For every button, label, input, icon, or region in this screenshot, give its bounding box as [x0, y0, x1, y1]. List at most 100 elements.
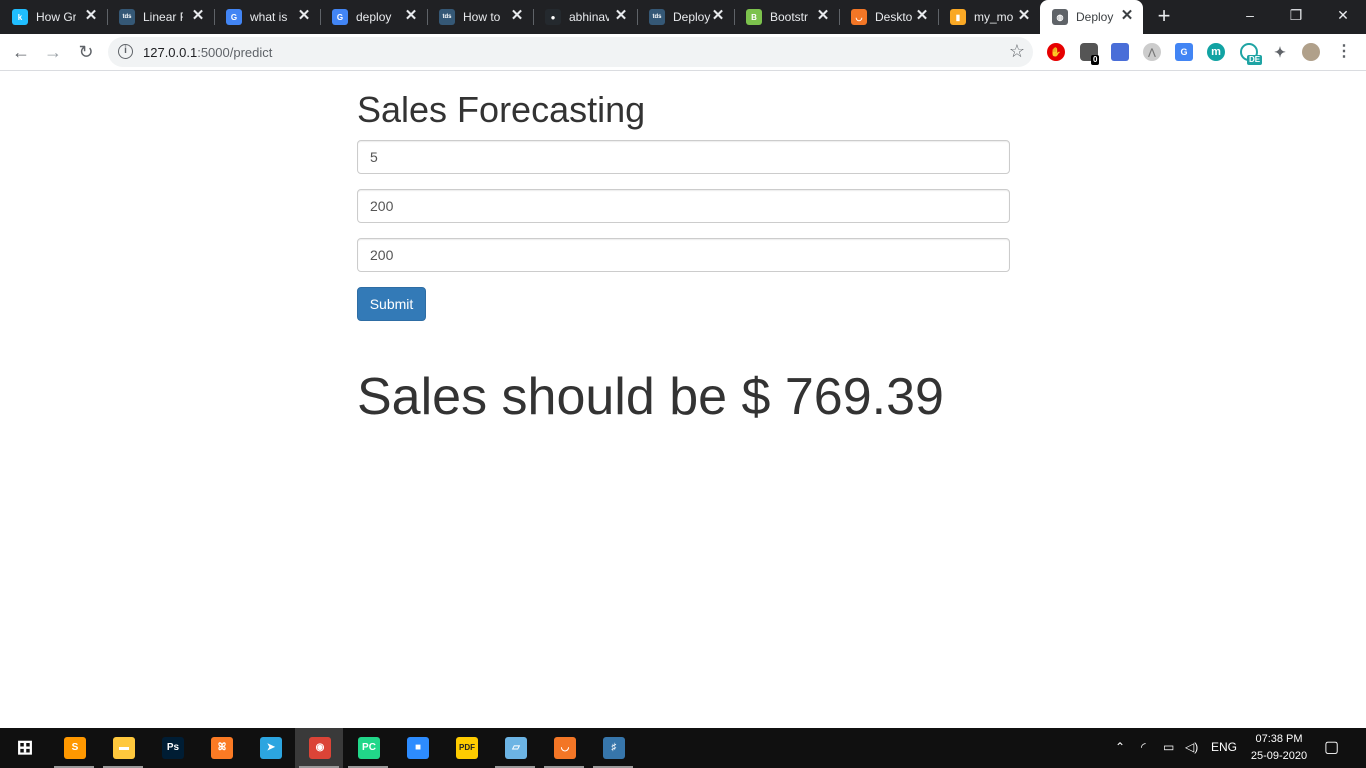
taskbar-app-zoom[interactable]: ■ — [393, 728, 441, 768]
tab-close-icon[interactable]: ✕ — [190, 8, 206, 24]
bookmark-star-icon[interactable]: ☆ — [1009, 41, 1025, 62]
notification-center-icon[interactable]: ▢ — [1324, 737, 1339, 757]
address-bar[interactable]: i 127.0.0.1:5000/predict ☆ — [108, 37, 1033, 67]
tray-chevron-icon[interactable]: ⌃ — [1115, 740, 1125, 754]
browser-tab[interactable]: tds Deploy ✕ — [637, 0, 735, 34]
tab-title: deploy — [356, 10, 392, 24]
tab-close-icon[interactable]: ✕ — [710, 8, 726, 24]
taskbar-app-chrome[interactable]: ◉ — [295, 728, 343, 768]
taskbar-app-xampp[interactable]: ꕤ — [197, 728, 245, 768]
browser-menu-icon[interactable]: ⋮ — [1335, 43, 1353, 61]
tab-title: Deploy — [673, 10, 711, 24]
maximize-button[interactable]: ❐ — [1273, 0, 1319, 30]
browser-tab[interactable]: tds Linear R ✕ — [107, 0, 215, 34]
tds-icon: tds — [649, 9, 665, 25]
tab-close-icon[interactable]: ✕ — [815, 8, 831, 24]
jupyter-icon: ◡ — [554, 737, 576, 759]
tab-close-icon[interactable]: ✕ — [509, 8, 525, 24]
xampp-icon: ꕤ — [211, 737, 233, 759]
page-title: Sales Forecasting — [357, 89, 646, 130]
taskbar-app-file-explorer[interactable]: ▬ — [99, 728, 147, 768]
site-info-icon[interactable]: i — [118, 44, 133, 59]
browser-tab[interactable]: ● abhinav ✕ — [533, 0, 638, 34]
tab-title: How Gr — [36, 10, 76, 24]
minimize-button[interactable]: – — [1227, 0, 1273, 30]
tab-title: my_mo — [974, 10, 1014, 24]
clock[interactable]: 07:38 PM 25-09-2020 — [1244, 731, 1314, 765]
photoshop-icon: Ps — [162, 737, 184, 759]
forward-button[interactable]: → — [41, 40, 65, 64]
tds-icon: tds — [119, 9, 135, 25]
taskbar-app-jupyter[interactable]: ◡ — [540, 728, 588, 768]
taskbar-app-pycharm[interactable]: PC — [344, 728, 392, 768]
profile-avatar[interactable] — [1302, 43, 1320, 61]
taskbar-app-notepad[interactable]: ▱ — [491, 728, 539, 768]
language-indicator[interactable]: ENG — [1211, 740, 1237, 754]
taskbar-app-python-idle[interactable]: ♯ — [589, 728, 637, 768]
tab-close-icon[interactable]: ✕ — [613, 8, 629, 24]
back-button[interactable]: ← — [9, 40, 33, 64]
new-tab-button[interactable]: + — [1153, 5, 1175, 28]
taskbar-app-pdf-reader[interactable]: PDF — [442, 728, 490, 768]
adblock-extension-icon[interactable]: ✋ — [1047, 43, 1065, 61]
github-icon: ● — [545, 9, 561, 25]
browser-toolbar: ← → ↻ i 127.0.0.1:5000/predict ☆ ✋ 0 ⋀ G… — [0, 34, 1366, 71]
extensions-puzzle-icon[interactable]: ✦ — [1271, 43, 1289, 61]
taskbar-app-sublime-text[interactable]: S — [50, 728, 98, 768]
browser-tab[interactable]: k How Gr ✕ — [0, 0, 108, 34]
reload-button[interactable]: ↻ — [74, 40, 98, 64]
battery-icon[interactable]: ▭ — [1163, 740, 1174, 754]
window-close-button[interactable]: ✕ — [1320, 0, 1366, 30]
notebook-icon: ▮ — [950, 9, 966, 25]
kaggle-icon: k — [12, 9, 28, 25]
extension-4-icon[interactable]: ⋀ — [1143, 43, 1161, 61]
browser-tab[interactable]: ▮ my_mo ✕ — [938, 0, 1040, 34]
windows-logo-icon: ⊞ — [16, 737, 34, 759]
browser-tab[interactable]: tds How to ✕ — [427, 0, 534, 34]
tab-close-icon[interactable]: ✕ — [83, 8, 99, 24]
tab-title: what is — [250, 10, 288, 24]
notepad-icon: ▱ — [505, 737, 527, 759]
google-icon: G — [226, 9, 242, 25]
clock-time: 07:38 PM — [1255, 733, 1303, 745]
browser-tab[interactable]: Gdeploy ✕ — [320, 0, 428, 34]
browser-tab[interactable]: ◍ Deploy ✕ — [1040, 0, 1143, 34]
pdf-reader-icon: PDF — [456, 737, 478, 759]
taskbar-app-telegram[interactable]: ➤ — [246, 728, 294, 768]
tab-close-icon[interactable]: ✕ — [914, 8, 930, 24]
zoom-icon: ■ — [407, 737, 429, 759]
tab-title: Linear R — [143, 10, 183, 24]
input-field-1[interactable] — [357, 140, 1010, 174]
page-body: Sales Forecasting Submit Sales should be… — [0, 71, 1366, 728]
input-field-2[interactable] — [357, 189, 1010, 223]
browser-tab[interactable]: B Bootstr ✕ — [734, 0, 840, 34]
extension-3-icon[interactable] — [1111, 43, 1129, 61]
google-icon: G — [332, 9, 348, 25]
submit-button[interactable]: Submit — [357, 287, 426, 321]
start-button[interactable]: ⊞ — [0, 728, 48, 768]
browser-tab[interactable]: Gwhat is ✕ — [214, 0, 321, 34]
url-text[interactable]: 127.0.0.1:5000/predict — [143, 45, 272, 60]
tab-close-icon[interactable]: ✕ — [403, 8, 419, 24]
tab-close-icon[interactable]: ✕ — [296, 8, 312, 24]
volume-icon[interactable]: ◁) — [1185, 740, 1198, 754]
wifi-icon[interactable]: ◜ — [1141, 740, 1146, 754]
python-idle-icon: ♯ — [603, 737, 625, 759]
jupyter-icon: ◡ — [851, 9, 867, 25]
de-badge: DE — [1247, 55, 1263, 65]
url-path: :5000/predict — [197, 45, 273, 60]
tab-title: Deploy — [1076, 10, 1114, 24]
taskbar-app-photoshop[interactable]: Ps — [148, 728, 196, 768]
google-translate-icon[interactable]: G — [1175, 43, 1193, 61]
browser-tab[interactable]: ◡ Deskto ✕ — [839, 0, 939, 34]
prediction-result: Sales should be $ 769.39 — [357, 368, 944, 426]
browser-tab-strip: kHow Gr✕tdsLinear R✕Gwhat is✕Gdeploy✕tds… — [0, 0, 1366, 34]
mendeley-icon[interactable]: m — [1207, 43, 1225, 61]
tab-title: Bootstr — [770, 10, 809, 24]
tab-close-icon[interactable]: ✕ — [1016, 8, 1032, 24]
tds-icon: tds — [439, 9, 455, 25]
globe-icon: ◍ — [1052, 9, 1068, 25]
tab-close-icon[interactable]: ✕ — [1119, 8, 1135, 24]
url-host: 127.0.0.1 — [143, 45, 198, 60]
input-field-3[interactable] — [357, 238, 1010, 272]
